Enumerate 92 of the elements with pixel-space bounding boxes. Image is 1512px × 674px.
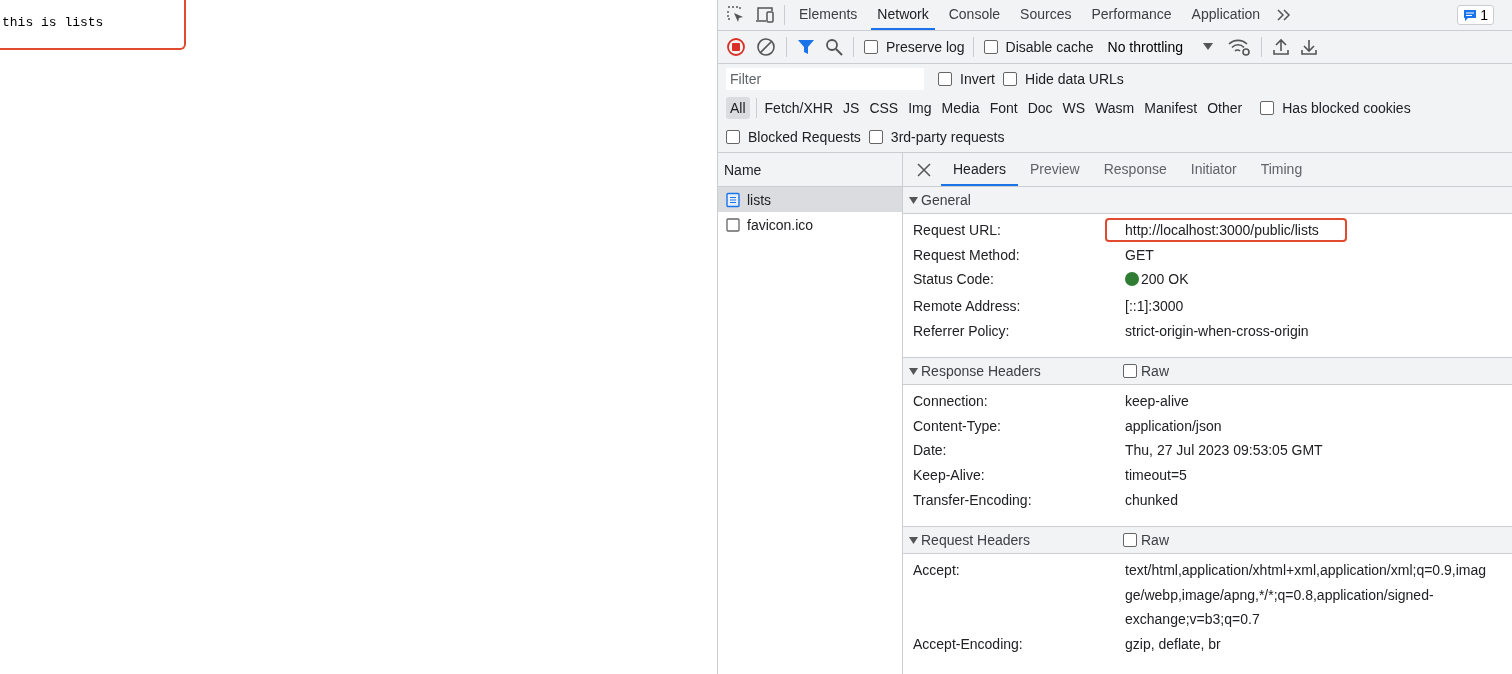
document-icon	[725, 191, 741, 208]
type-filter[interactable]: Font	[985, 96, 1022, 119]
checkbox-label: Hide data URLs	[1025, 70, 1124, 87]
header-name: Status Code:	[912, 270, 995, 290]
header-value: keep-alive	[1125, 392, 1189, 412]
detail-tab[interactable]: Preview	[1017, 153, 1092, 186]
header-name: Connection:	[912, 392, 989, 412]
header-value: 200 OK	[1125, 267, 1189, 292]
header-name: Keep-Alive:	[912, 466, 986, 486]
header-name: Request Method:	[912, 245, 1021, 265]
section-title: General	[921, 192, 971, 208]
header-value: timeout=5	[1125, 466, 1187, 486]
detail-tab[interactable]: Initiator	[1178, 153, 1249, 186]
filter-field[interactable]: Filter	[726, 67, 924, 90]
section-title: Request Headers	[921, 532, 1030, 549]
header-value: text/html,application/xhtml+xml,application/xml;q=0.9,imag	[1125, 561, 1487, 581]
checkbox[interactable]	[1260, 100, 1275, 115]
panel-tab[interactable]: Sources	[1014, 0, 1078, 30]
header-value: ge/webp,image/apng,*/*;q=0.8,application/signed-	[1125, 585, 1434, 605]
device-icon[interactable]	[754, 5, 776, 25]
request-row[interactable]: lists	[718, 187, 902, 212]
header-value: exchange;v=b3;q=0.7	[1125, 610, 1260, 630]
detail-tab[interactable]: Timing	[1248, 153, 1315, 186]
header-value: application/json	[1125, 416, 1222, 436]
header-value: http://localhost:3000/public/lists	[1105, 218, 1347, 242]
header-name: Accept-Encoding:	[912, 635, 1024, 654]
checkbox[interactable]	[864, 40, 878, 54]
header-name: Accept:	[912, 561, 961, 581]
panel-tab[interactable]: Elements	[793, 0, 864, 30]
header-name: Remote Address:	[912, 297, 1022, 317]
close-icon[interactable]	[917, 162, 931, 177]
header-name: Transfer-Encoding:	[912, 490, 1033, 510]
type-filter[interactable]: Other	[1203, 96, 1247, 119]
search-icon[interactable]	[825, 38, 843, 56]
checkbox-label: Preserve log	[886, 39, 965, 55]
checkbox-label: Invert	[960, 70, 995, 87]
header-name: Request URL:	[912, 221, 1002, 240]
wifi-gear-icon[interactable]	[1227, 38, 1251, 56]
header-value: Thu, 27 Jul 2023 09:53:05 GMT	[1125, 441, 1323, 461]
clear-icon[interactable]	[756, 37, 776, 57]
panel-tab[interactable]: Performance	[1085, 0, 1178, 30]
header-value: gzip, deflate, br	[1125, 635, 1221, 654]
type-filter[interactable]: JS	[839, 96, 864, 119]
section-header[interactable]: Response Headers Raw	[903, 357, 1512, 386]
type-filter[interactable]: Manifest	[1140, 96, 1202, 119]
section-header[interactable]: General	[903, 187, 1512, 214]
upload-icon[interactable]	[1272, 38, 1290, 56]
download-icon[interactable]	[1300, 38, 1318, 56]
checkbox[interactable]	[938, 71, 952, 86]
record-icon[interactable]	[726, 37, 746, 57]
type-filter[interactable]: Wasm	[1091, 96, 1139, 119]
header-name: Date:	[912, 441, 948, 461]
header-value: [::1]:3000	[1125, 297, 1184, 317]
checkbox[interactable]	[726, 130, 740, 144]
filter-icon[interactable]	[797, 38, 815, 56]
request-row[interactable]: favicon.ico	[718, 212, 902, 237]
type-filter[interactable]: Fetch/XHR	[760, 96, 838, 119]
detail-tab[interactable]: Response	[1091, 153, 1179, 186]
checkbox-label: Raw	[1141, 363, 1169, 380]
caret-icon	[1203, 43, 1213, 51]
header-value: chunked	[1125, 490, 1178, 510]
type-filter[interactable]: Media	[937, 96, 984, 119]
checkbox-label: Disable cache	[1005, 39, 1094, 55]
page-text: this is lists	[0, 0, 186, 50]
section-header[interactable]: Request Headers Raw	[903, 526, 1512, 555]
checkbox[interactable]	[983, 40, 998, 54]
header-value: GET	[1125, 245, 1154, 265]
type-filter[interactable]: CSS	[865, 96, 903, 119]
message-icon	[1463, 9, 1478, 21]
checkbox[interactable]	[1003, 71, 1017, 86]
section-title: Response Headers	[921, 363, 1041, 380]
panel-tab[interactable]: Console	[942, 0, 1007, 30]
type-filter[interactable]: All	[726, 96, 750, 119]
checkbox-label: 3rd-party requests	[890, 129, 1005, 145]
checkbox-label: Has blocked cookies	[1282, 99, 1411, 116]
chevron-icon[interactable]	[1276, 8, 1293, 22]
type-filter[interactable]: Img	[904, 96, 936, 119]
checkbox-label: Blocked Requests	[748, 129, 861, 145]
panel-tab[interactable]: Application	[1185, 0, 1267, 30]
header-name: Content-Type:	[912, 416, 1002, 436]
throttling-dropdown[interactable]: No throttling	[1103, 39, 1217, 55]
type-filter[interactable]: WS	[1058, 96, 1090, 119]
column-header[interactable]: Name	[718, 153, 902, 187]
issues-badge[interactable]: 1	[1457, 5, 1494, 25]
checkbox[interactable]	[1123, 533, 1137, 548]
file-icon	[725, 216, 741, 233]
header-value: strict-origin-when-cross-origin	[1125, 321, 1309, 341]
checkbox[interactable]	[1123, 364, 1137, 379]
checkbox[interactable]	[868, 130, 883, 144]
checkbox-label: Raw	[1141, 532, 1169, 549]
header-name: Referrer Policy:	[912, 321, 1011, 341]
type-filter[interactable]: Doc	[1023, 96, 1057, 119]
